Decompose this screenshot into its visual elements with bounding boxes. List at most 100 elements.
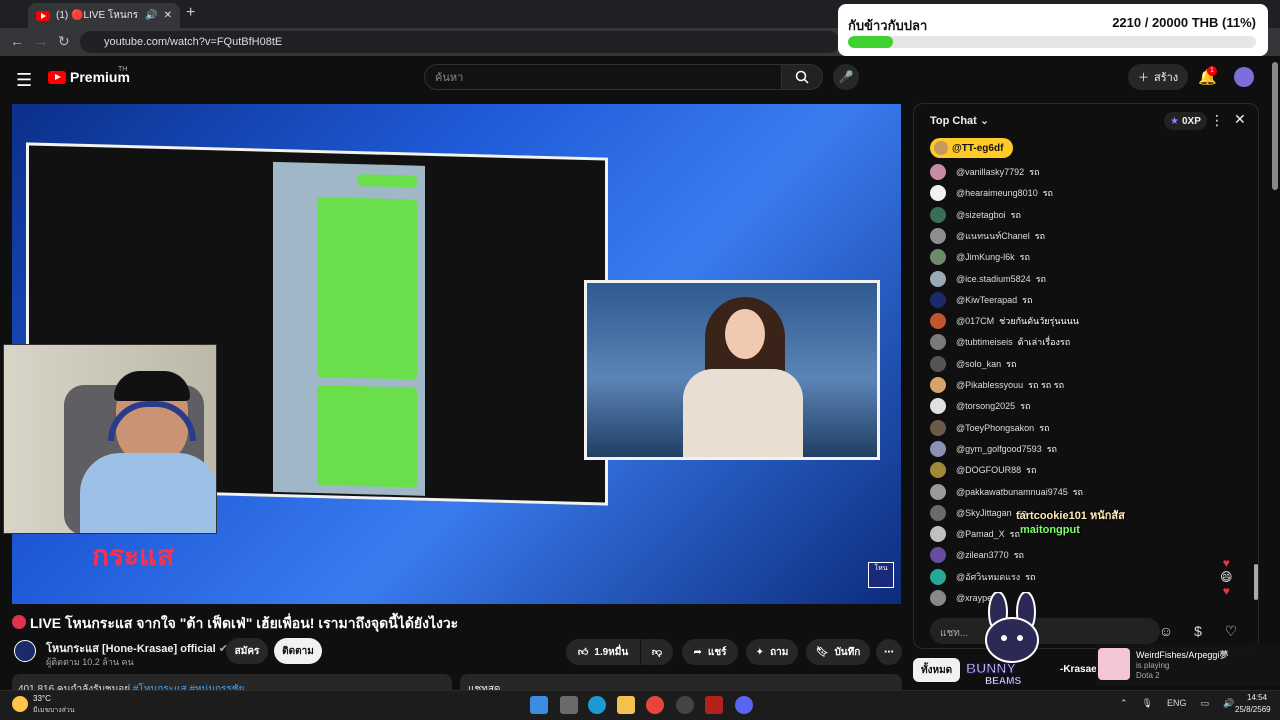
chat-author[interactable]: @solo_kan (956, 359, 1001, 369)
language-indicator[interactable]: ENG (1167, 698, 1187, 709)
search-button[interactable] (781, 64, 823, 90)
chat-message[interactable]: @zilean3770 รถ (930, 545, 1024, 565)
chat-message[interactable]: @pakkawatbunamnuai9745 รถ (930, 482, 1083, 502)
super-chat-icon[interactable]: $ (1187, 620, 1209, 642)
microphone-icon[interactable]: 🎤 (833, 64, 859, 90)
chat-avatar[interactable] (930, 440, 946, 457)
chat-author[interactable]: @DOGFOUR88 (956, 465, 1021, 475)
chat-message[interactable]: @แนทนนท์Chanel รถ (930, 226, 1045, 246)
user-avatar[interactable] (1234, 67, 1254, 87)
chat-message[interactable]: @อัศวินหมดแรง รถ (930, 567, 1036, 587)
chat-avatar[interactable] (930, 590, 946, 606)
share-button[interactable]: ➦ แชร์ (682, 639, 738, 665)
save-button[interactable]: 🔖︎ บันทึก (806, 639, 870, 665)
chat-author[interactable]: @017CM (956, 316, 994, 326)
chat-message[interactable]: @KiwTeerapad รถ (930, 290, 1032, 310)
chat-message[interactable]: @solo_kan รถ (930, 354, 1016, 374)
chat-author[interactable]: @Pamad_X (956, 529, 1005, 539)
chat-author[interactable]: @sizetagboi (956, 210, 1006, 220)
discord-icon[interactable] (735, 696, 753, 714)
chat-avatar[interactable] (930, 291, 946, 308)
chat-scrollbar[interactable] (1254, 564, 1258, 600)
chat-author[interactable]: @SkyJittagan (956, 508, 1012, 518)
chat-message[interactable]: @ice.stadium5824 รถ (930, 269, 1046, 289)
volume-icon[interactable]: 🔊 (1223, 698, 1234, 709)
chat-avatar[interactable] (930, 377, 946, 393)
chat-author[interactable]: @ice.stadium5824 (956, 274, 1031, 284)
chat-avatar[interactable] (930, 462, 946, 479)
chat-message[interactable]: @ToeyPhongsakon รถ (930, 418, 1049, 438)
forward-arrow-icon[interactable]: → (34, 33, 48, 49)
chat-avatar[interactable] (930, 504, 946, 521)
chat-author[interactable]: @hearaimeung8010 (956, 188, 1038, 198)
network-icon[interactable]: ▭ (1201, 698, 1210, 709)
obs-icon[interactable] (676, 696, 694, 714)
chat-avatar[interactable] (930, 398, 946, 415)
chat-more-icon[interactable]: ⋮ (1210, 112, 1224, 129)
ask-button[interactable]: ✦ ถาม (746, 639, 798, 665)
chat-message[interactable]: @vanillasky7792 รถ (930, 162, 1039, 182)
chat-author[interactable]: @vanillasky7792 (956, 167, 1024, 177)
hamburger-menu-icon[interactable]: ☰ (16, 70, 32, 91)
search-input[interactable]: ค้นหา (424, 64, 782, 90)
chat-avatar[interactable] (930, 419, 946, 436)
pinned-user-chip[interactable]: @TT-eg6df (930, 138, 1014, 158)
chat-author[interactable]: @JimKung-l6k (956, 252, 1015, 262)
chat-avatar[interactable] (930, 185, 946, 202)
chat-avatar[interactable] (930, 568, 946, 585)
file-explorer-icon[interactable] (617, 696, 635, 714)
new-tab-button[interactable]: + (186, 4, 195, 22)
chat-avatar[interactable] (930, 270, 946, 287)
emoji-icon[interactable]: ☺ (1155, 620, 1177, 642)
chat-close-icon[interactable]: ✕ (1234, 111, 1246, 128)
xp-badge[interactable]: ★ 0XP (1164, 112, 1207, 130)
chat-avatar[interactable] (930, 355, 946, 372)
chat-message[interactable]: @JimKung-l6k รถ (930, 247, 1030, 267)
chat-author[interactable]: @แนทนนท์Chanel (956, 229, 1030, 243)
chat-message[interactable]: @Pikablessyouu รถ รถ รถ (930, 375, 1064, 395)
reload-icon[interactable]: ↻ (58, 33, 70, 50)
chat-message[interactable]: @gym_golfgood7593 รถ (930, 439, 1057, 459)
chat-mode-dropdown[interactable]: Top Chat ⌄ (930, 114, 989, 127)
chat-avatar[interactable] (930, 206, 946, 223)
chat-avatar[interactable] (930, 227, 946, 244)
like-button[interactable]: 👍︎ 1.9หมื่น (566, 639, 640, 665)
back-arrow-icon[interactable]: ← (10, 33, 24, 49)
tab-audio-icon[interactable]: 🔊 (145, 10, 157, 21)
clock-date[interactable]: 25/8/2569 (1235, 705, 1271, 714)
weather-sun-icon[interactable] (12, 696, 28, 712)
task-view-icon[interactable] (560, 696, 578, 714)
chat-avatar[interactable] (930, 547, 946, 564)
heart-icon[interactable]: ♡ (1220, 620, 1242, 642)
more-options-icon[interactable]: ⋯ (876, 639, 902, 665)
chat-avatar[interactable] (930, 164, 946, 180)
chat-message[interactable]: @hearaimeung8010 รถ (930, 183, 1053, 203)
chat-author[interactable]: @gym_golfgood7593 (956, 444, 1042, 454)
chat-message[interactable]: @torsong2025 รถ (930, 396, 1030, 416)
chat-author[interactable]: @zilean3770 (956, 550, 1009, 560)
channel-avatar[interactable] (14, 640, 36, 662)
chat-avatar[interactable] (930, 483, 946, 500)
chat-author[interactable]: @ToeyPhongsakon (956, 423, 1034, 433)
chat-avatar[interactable] (930, 313, 946, 330)
chat-avatar[interactable] (930, 249, 946, 266)
chat-message[interactable]: @sizetagboi รถ (930, 205, 1021, 225)
chat-message-list[interactable]: @vanillasky7792 รถ @hearaimeung8010 รถ @size… (914, 162, 1258, 606)
chat-message[interactable]: @tubtimeiseis ต้าเล่าเรื่องรถ (930, 332, 1070, 352)
create-button[interactable]: ＋ สร้าง (1128, 64, 1189, 90)
chat-message[interactable]: @017CM ช่วยกันดันวัยรุ่นนนน (930, 311, 1079, 331)
subscribe-button[interactable]: ติดตาม (274, 638, 322, 664)
chrome-icon[interactable] (646, 696, 664, 714)
chat-author[interactable]: @tubtimeiseis (956, 337, 1013, 347)
chat-message[interactable]: @SkyJittagan รถ (930, 503, 1027, 523)
chat-author[interactable]: @อัศวินหมดแรง (956, 570, 1020, 584)
chat-avatar[interactable] (930, 526, 946, 543)
chat-author[interactable]: @pakkawatbunamnuai9745 (956, 487, 1068, 497)
edge-icon[interactable] (588, 696, 606, 714)
chat-author[interactable]: @Pikablessyouu (956, 380, 1023, 390)
microphone-tray-icon[interactable]: 🎙 (1142, 698, 1153, 709)
windows-start-icon[interactable] (530, 696, 548, 714)
dota-icon[interactable] (705, 696, 723, 714)
chat-avatar[interactable] (930, 334, 946, 351)
dislike-button[interactable]: 👎︎ (641, 639, 673, 665)
